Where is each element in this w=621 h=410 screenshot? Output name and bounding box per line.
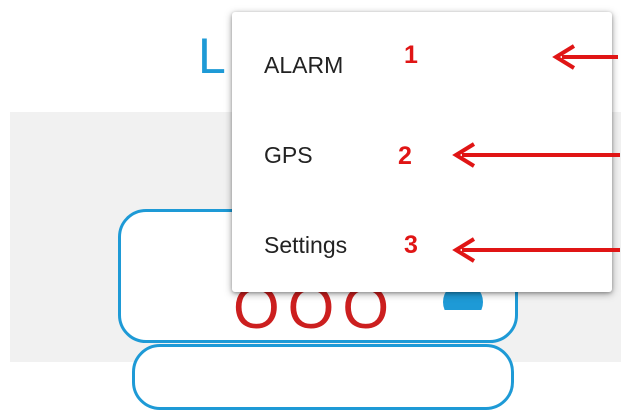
arrow-left-icon: [452, 142, 620, 168]
arrow-left-icon: [552, 44, 618, 70]
annotation-number: 3: [404, 231, 418, 259]
menu-item-label: Settings: [264, 232, 348, 258]
annotation-number: 2: [398, 142, 412, 170]
arrow-left-icon: [452, 237, 620, 263]
annotation-number: 1: [404, 41, 418, 69]
menu-item-label: GPS: [264, 142, 313, 168]
app-title-fragment: L: [198, 28, 226, 84]
menu-item-label: ALARM: [264, 52, 344, 78]
second-card[interactable]: [132, 344, 514, 410]
